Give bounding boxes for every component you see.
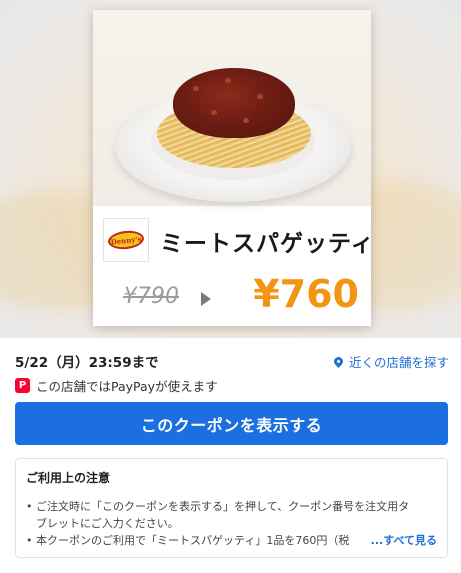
- sauce-detail: [257, 94, 263, 99]
- old-price: ¥790: [123, 284, 179, 309]
- note-item-continued: ブレットにご入力ください。: [26, 515, 437, 532]
- brand-logo-mark: Denny's: [107, 229, 145, 251]
- brand-row: Denny's ミートスパゲッティ: [103, 216, 371, 266]
- see-all-link[interactable]: ...すべて見る: [371, 532, 437, 549]
- product-name: ミートスパゲッティ: [160, 231, 371, 257]
- paypay-notice: P この店舗ではPayPayが使えます: [15, 376, 218, 395]
- note-text: ご注文時に「このクーポンを表示する」を押して、クーポン番号を注文用タ: [36, 500, 410, 513]
- sauce-detail: [243, 118, 249, 123]
- show-coupon-button[interactable]: このクーポンを表示する: [15, 402, 448, 445]
- note-text: 本クーポンのご利用で「ミートスパゲッティ」1品を760円（税: [36, 534, 350, 547]
- nearby-stores-link[interactable]: 近くの店舗を探す: [332, 352, 449, 371]
- price-row: ¥790 ¥760: [93, 272, 371, 322]
- notes-title: ご利用上の注意: [26, 471, 111, 485]
- brand-logo: Denny's: [103, 218, 149, 262]
- coupon-card: Denny's ミートスパゲッティ ¥790 ¥760: [93, 10, 371, 326]
- discount-price: ¥760: [253, 272, 359, 316]
- map-pin-icon: [332, 355, 345, 368]
- sauce-detail: [211, 110, 217, 115]
- arrow-right-icon: [201, 292, 211, 306]
- nearby-stores-label: 近くの店舗を探す: [348, 355, 449, 370]
- note-item: • ご注文時に「このクーポンを表示する」を押して、クーポン番号を注文用タ: [26, 498, 437, 515]
- paypay-icon: P: [15, 378, 30, 393]
- deadline-text: 5/22（月）23:59まで: [15, 355, 159, 371]
- bullet: •: [26, 534, 33, 547]
- paypay-text: この店舗ではPayPayが使えます: [36, 379, 218, 394]
- note-item: • 本クーポンのご利用で「ミートスパゲッティ」1品を760円（税 ...すべて見…: [26, 532, 437, 549]
- bullet: •: [26, 500, 33, 513]
- meat-sauce-image: [173, 68, 295, 138]
- sauce-detail: [193, 86, 199, 91]
- usage-notes: ご利用上の注意 • ご注文時に「このクーポンを表示する」を押して、クーポン番号を…: [15, 458, 448, 558]
- sauce-detail: [225, 78, 231, 83]
- product-photo: [93, 10, 371, 206]
- note-text: ブレットにご入力ください。: [36, 517, 179, 530]
